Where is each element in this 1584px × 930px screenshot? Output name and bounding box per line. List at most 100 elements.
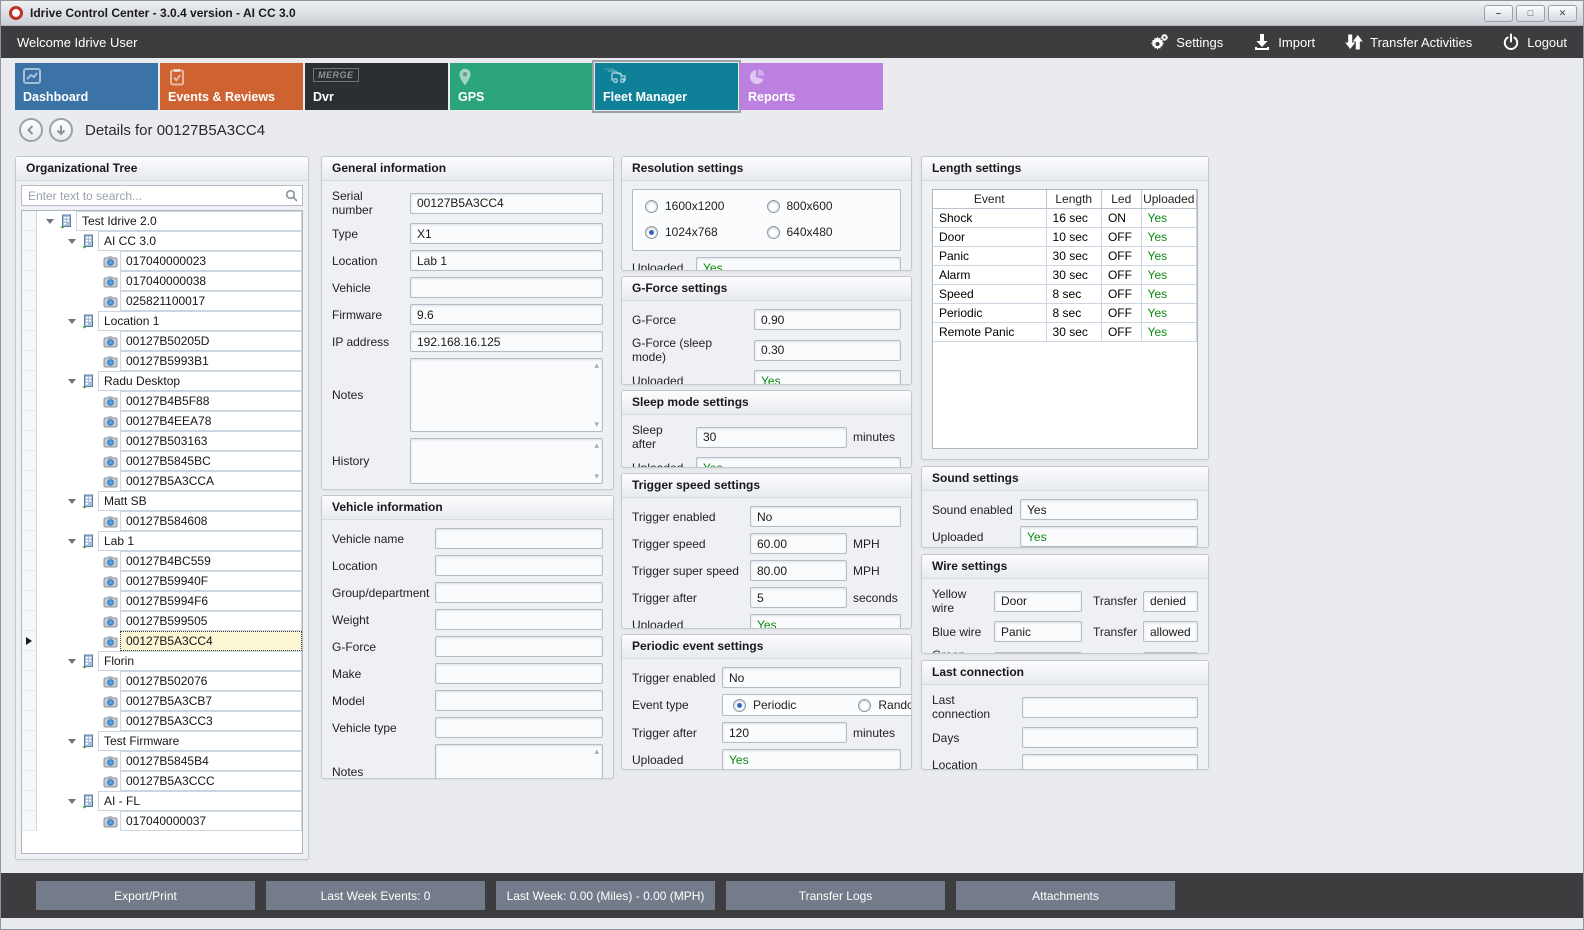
radio-button-icon[interactable] <box>733 699 746 712</box>
radio-button-icon[interactable] <box>767 200 780 213</box>
tree-item[interactable]: 00127B5845B4 <box>22 751 302 771</box>
wire-event-input[interactable] <box>994 652 1082 655</box>
field-input[interactable] <box>754 340 901 361</box>
event-type-option[interactable]: Random <box>858 698 912 712</box>
tree-item[interactable]: Lab 1 <box>22 531 302 551</box>
tree-item[interactable]: 00127B599505 <box>22 611 302 631</box>
field-input[interactable] <box>410 304 603 325</box>
tree-item[interactable]: 00127B5845BC <box>22 451 302 471</box>
nav-tile[interactable]: MERGE Dvr <box>305 63 448 110</box>
close-button[interactable]: ✕ <box>1548 5 1577 22</box>
field-input[interactable] <box>1020 499 1198 520</box>
field-input[interactable] <box>696 457 901 468</box>
minimize-button[interactable]: – <box>1484 5 1513 22</box>
radio-button-icon[interactable] <box>858 699 871 712</box>
table-row[interactable]: Periodic 8 sec OFF Yes <box>933 304 1197 323</box>
field-input[interactable] <box>435 609 603 630</box>
transfer-input[interactable] <box>1143 652 1198 655</box>
expander-icon[interactable] <box>65 651 79 671</box>
nav-tile[interactable]: Dashboard <box>15 63 158 110</box>
field-input[interactable] <box>696 427 847 448</box>
field-input[interactable] <box>435 528 603 549</box>
tree-item[interactable]: 017040000023 <box>22 251 302 271</box>
resolution-option[interactable]: 1600x1200 <box>645 199 767 213</box>
footer-button[interactable]: Export/Print <box>36 881 255 910</box>
column-header[interactable]: Length <box>1047 190 1102 209</box>
tree-item[interactable]: Radu Desktop <box>22 371 302 391</box>
event-type-option[interactable]: Periodic <box>733 698 796 712</box>
nav-tile[interactable]: Fleet Manager <box>595 63 738 110</box>
table-row[interactable]: Speed 8 sec OFF Yes <box>933 285 1197 304</box>
field-input[interactable] <box>722 722 847 743</box>
field-input[interactable] <box>750 614 901 629</box>
column-header[interactable]: Event <box>933 190 1047 209</box>
column-header[interactable]: Led <box>1102 190 1142 209</box>
tree-item[interactable]: 017040000038 <box>22 271 302 291</box>
table-row[interactable]: Door 10 sec OFF Yes <box>933 228 1197 247</box>
maximize-button[interactable]: □ <box>1516 5 1545 22</box>
table-row[interactable]: Shock 16 sec ON Yes <box>933 209 1197 228</box>
tree-item[interactable]: 017040000037 <box>22 811 302 831</box>
field-input[interactable] <box>435 690 603 711</box>
transfer-input[interactable] <box>1143 591 1198 612</box>
tree-item[interactable]: 00127B59940F <box>22 571 302 591</box>
transfer-input[interactable] <box>1143 621 1198 642</box>
field-textarea[interactable] <box>410 358 603 432</box>
wire-event-input[interactable] <box>994 591 1082 612</box>
tree-item[interactable]: 00127B50205D <box>22 331 302 351</box>
field-input[interactable] <box>410 250 603 271</box>
tree-item[interactable]: 00127B502076 <box>22 671 302 691</box>
field-input[interactable] <box>754 370 901 385</box>
download-details-button[interactable] <box>49 118 73 142</box>
tree-item[interactable]: 00127B5A3CC4 <box>22 631 302 651</box>
field-input[interactable] <box>750 506 901 527</box>
table-row[interactable]: Remote Panic 30 sec OFF Yes <box>933 323 1197 342</box>
footer-button[interactable]: Last Week Events: 0 <box>266 881 485 910</box>
wire-event-input[interactable] <box>994 621 1082 642</box>
tree-item[interactable]: Test Idrive 2.0 <box>22 211 302 231</box>
tree-item[interactable]: AI - FL <box>22 791 302 811</box>
uploaded-input[interactable] <box>696 257 901 271</box>
field-input[interactable] <box>1020 526 1198 547</box>
expander-icon[interactable] <box>65 231 79 251</box>
field-input[interactable] <box>750 533 847 554</box>
tree-item[interactable]: 025821100017 <box>22 291 302 311</box>
back-button[interactable] <box>19 118 43 142</box>
tree-item[interactable]: 00127B4EEA78 <box>22 411 302 431</box>
field-input[interactable] <box>435 717 603 738</box>
radio-button-icon[interactable] <box>645 200 658 213</box>
tree-item[interactable]: 00127B5993B1 <box>22 351 302 371</box>
tree-item[interactable]: 00127B4B5F88 <box>22 391 302 411</box>
field-input[interactable] <box>1022 697 1198 718</box>
field-input[interactable] <box>435 582 603 603</box>
field-input[interactable] <box>1022 754 1198 770</box>
tree-item[interactable]: AI CC 3.0 <box>22 231 302 251</box>
field-input[interactable] <box>410 331 603 352</box>
expander-icon[interactable] <box>43 211 57 231</box>
field-textarea[interactable] <box>410 438 603 484</box>
tree-item[interactable]: 00127B5A3CCC <box>22 771 302 791</box>
radio-button-icon[interactable] <box>767 226 780 239</box>
toolbar-action[interactable]: Import <box>1253 33 1315 51</box>
tree-item[interactable]: 00127B584608 <box>22 511 302 531</box>
field-input[interactable] <box>410 223 603 244</box>
field-input[interactable] <box>722 749 901 770</box>
nav-tile[interactable]: Reports <box>740 63 883 110</box>
resolution-option[interactable]: 1024x768 <box>645 225 767 239</box>
field-input[interactable] <box>435 663 603 684</box>
column-header[interactable]: Uploaded <box>1142 190 1197 209</box>
field-input[interactable] <box>754 309 901 330</box>
field-input[interactable] <box>750 587 847 608</box>
table-row[interactable]: Alarm 30 sec OFF Yes <box>933 266 1197 285</box>
field-input[interactable] <box>410 193 603 214</box>
footer-button[interactable]: Last Week: 0.00 (Miles) - 0.00 (MPH) <box>496 881 715 910</box>
toolbar-action[interactable]: Logout <box>1502 33 1567 51</box>
toolbar-action[interactable]: Transfer Activities <box>1345 33 1472 51</box>
nav-tile[interactable]: Events & Reviews <box>160 63 303 110</box>
tree-item[interactable]: 00127B5994F6 <box>22 591 302 611</box>
tree-item[interactable]: Florin <box>22 651 302 671</box>
footer-button[interactable]: Transfer Logs <box>726 881 945 910</box>
radio-button-icon[interactable] <box>645 226 658 239</box>
expander-icon[interactable] <box>65 531 79 551</box>
field-input[interactable] <box>410 277 603 298</box>
